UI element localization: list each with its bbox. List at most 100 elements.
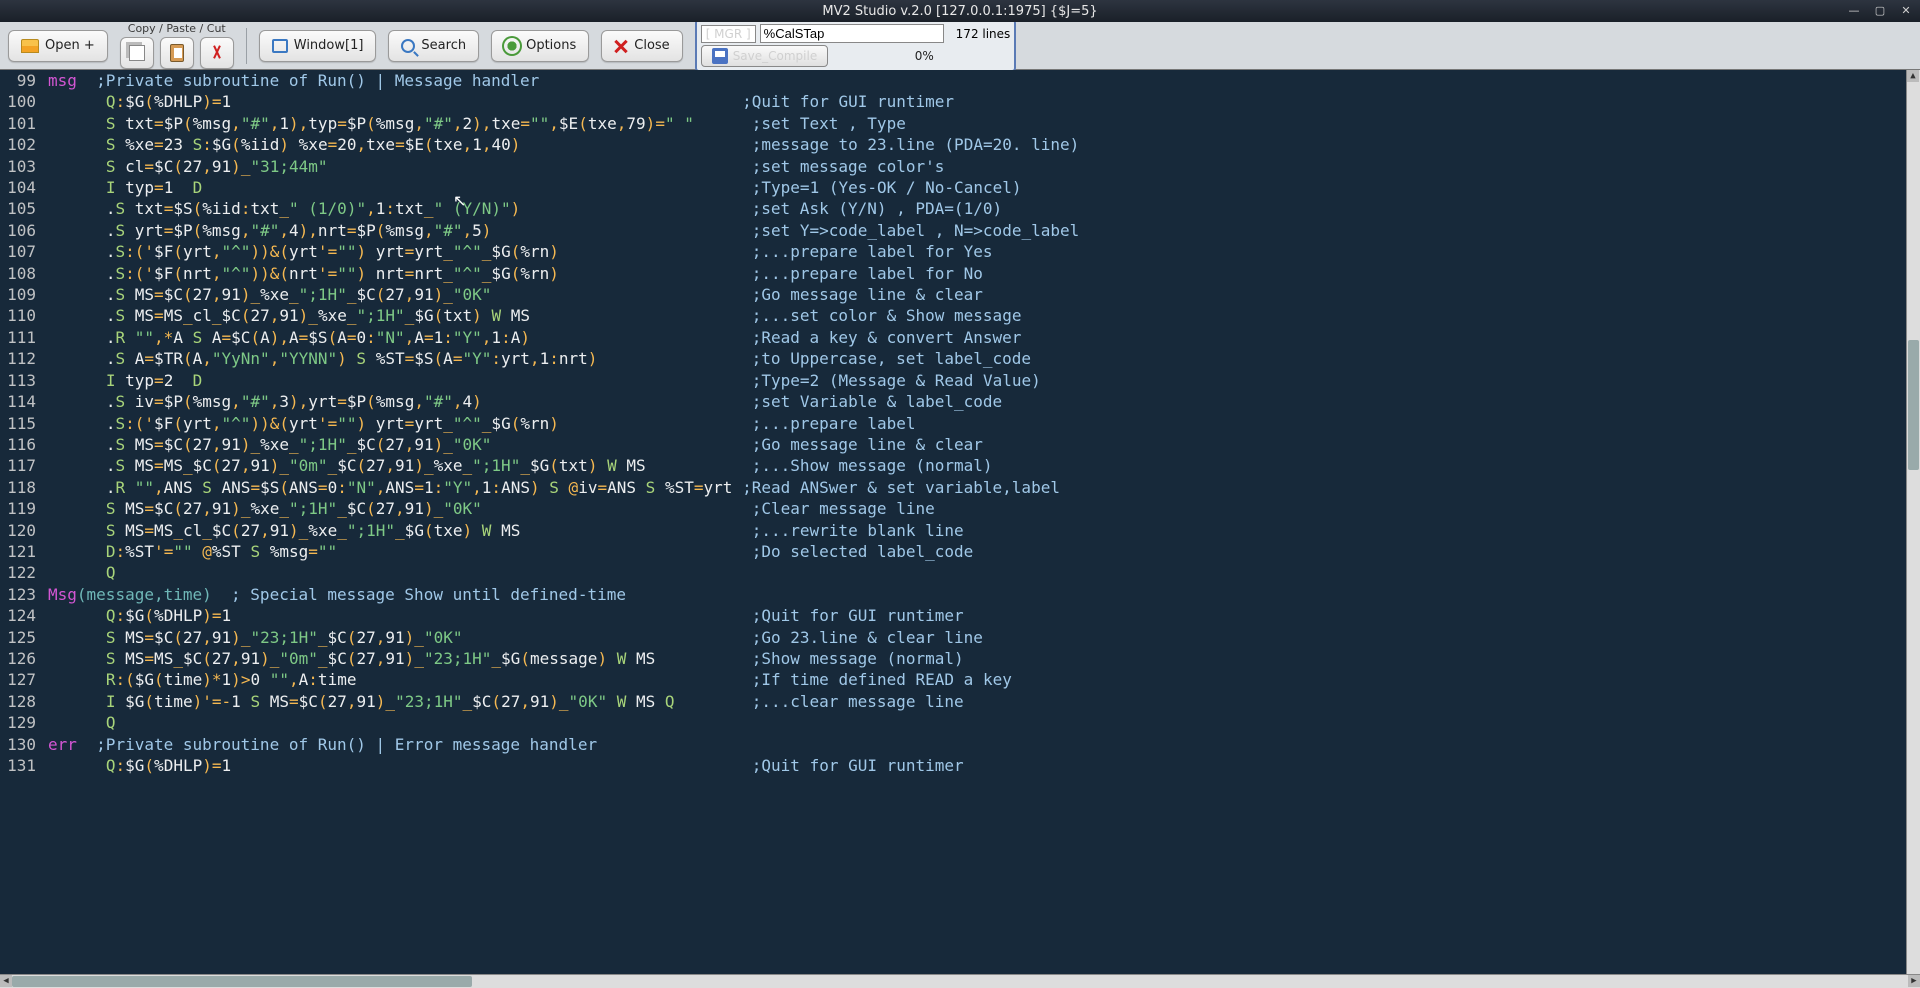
code-row[interactable]: 108 .S:('$F(nrt,"^"))&(nrt'="") nrt=nrt_…: [0, 263, 1920, 284]
code-row[interactable]: 100 Q:$G(%DHLP)=1 ;Quit for GUI runtimer: [0, 91, 1920, 112]
code-row[interactable]: 102 S %xe=23 S:$G(%iid) %xe=20,txe=$E(tx…: [0, 134, 1920, 155]
code-row[interactable]: 118 .R "",ANS S ANS=$S(ANS=0:"N",ANS=1:"…: [0, 477, 1920, 498]
code-row[interactable]: 121 D:%ST'="" @%ST S %msg="" ;Do selecte…: [0, 541, 1920, 562]
code-row[interactable]: 116 .S MS=$C(27,91)_%xe_";1H"_$C(27,91)_…: [0, 434, 1920, 455]
code-line[interactable]: .S A=$TR(A,"YyNn","YYNN") S %ST=$S(A="Y"…: [42, 348, 1920, 369]
cut-button[interactable]: [200, 37, 234, 69]
scroll-thumb-h[interactable]: [12, 976, 472, 987]
code-line[interactable]: D:%ST'="" @%ST S %msg="" ;Do selected la…: [42, 541, 1920, 562]
code-row[interactable]: 106 .S yrt=$P(%msg,"#",4),nrt=$P(%msg,"#…: [0, 220, 1920, 241]
code-line[interactable]: .S MS=MS_$C(27,91)_"0m"_$C(27,91)_%xe_";…: [42, 455, 1920, 476]
code-line[interactable]: S %xe=23 S:$G(%iid) %xe=20,txe=$E(txe,1,…: [42, 134, 1920, 155]
line-number: 100: [0, 91, 42, 112]
scroll-thumb-v[interactable]: [1908, 340, 1919, 470]
code-line[interactable]: S cl=$C(27,91)_"31;44m" ;set message col…: [42, 156, 1920, 177]
code-line[interactable]: .S txt=$S(%iid:txt_" (1/0)",1:txt_" (Y/N…: [42, 198, 1920, 219]
code-row[interactable]: 117 .S MS=MS_$C(27,91)_"0m"_$C(27,91)_%x…: [0, 455, 1920, 476]
scroll-up-button[interactable]: ▲: [1907, 70, 1919, 82]
line-number: 99: [0, 70, 42, 91]
line-number: 121: [0, 541, 42, 562]
code-line[interactable]: .S:('$F(yrt,"^"))&(yrt'="") yrt=yrt_"^"_…: [42, 413, 1920, 434]
open-button[interactable]: Open +: [8, 30, 108, 62]
save-label: Save_Compile: [733, 49, 818, 63]
maximize-button[interactable]: ▢: [1872, 2, 1888, 18]
code-line[interactable]: err ;Private subroutine of Run() | Error…: [42, 734, 1920, 755]
code-row[interactable]: 112 .S A=$TR(A,"YyNn","YYNN") S %ST=$S(A…: [0, 348, 1920, 369]
routine-name-input[interactable]: [760, 24, 944, 43]
code-line[interactable]: S txt=$P(%msg,"#",1),typ=$P(%msg,"#",2),…: [42, 113, 1920, 134]
close-button[interactable]: Close: [601, 30, 682, 62]
code-row[interactable]: 131 Q:$G(%DHLP)=1 ;Quit for GUI runtimer: [0, 755, 1920, 776]
paste-button[interactable]: [160, 37, 194, 69]
code-line[interactable]: S MS=MS_cl_$C(27,91)_%xe_";1H"_$G(txe) W…: [42, 520, 1920, 541]
scroll-right-button[interactable]: ▶: [1908, 975, 1920, 987]
code-line[interactable]: I $G(time)'=-1 S MS=$C(27,91)_"23;1H"_$C…: [42, 691, 1920, 712]
code-line[interactable]: S MS=$C(27,91)_"23;1H"_$C(27,91)_"0K" ;G…: [42, 627, 1920, 648]
code-line[interactable]: Q:$G(%DHLP)=1 ;Quit for GUI runtimer: [42, 605, 1920, 626]
code-row[interactable]: 113 I typ=2 D ;Type=2 (Message & Read Va…: [0, 370, 1920, 391]
search-icon: [401, 39, 415, 53]
code-line[interactable]: .S MS=MS_cl_$C(27,91)_%xe_";1H"_$G(txt) …: [42, 305, 1920, 326]
code-line[interactable]: Q:$G(%DHLP)=1 ;Quit for GUI runtimer: [42, 91, 1920, 112]
code-editor[interactable]: 99msg ;Private subroutine of Run() | Mes…: [0, 70, 1920, 974]
code-line[interactable]: .S iv=$P(%msg,"#",3),yrt=$P(%msg,"#",4) …: [42, 391, 1920, 412]
code-row[interactable]: 125 S MS=$C(27,91)_"23;1H"_$C(27,91)_"0K…: [0, 627, 1920, 648]
search-button[interactable]: Search: [388, 30, 479, 62]
close-window-button[interactable]: ✕: [1898, 2, 1914, 18]
code-row[interactable]: 122 Q: [0, 562, 1920, 583]
line-number: 104: [0, 177, 42, 198]
code-line[interactable]: Msg(message,time) ; Special message Show…: [42, 584, 1920, 605]
code-row[interactable]: 128 I $G(time)'=-1 S MS=$C(27,91)_"23;1H…: [0, 691, 1920, 712]
line-number: 103: [0, 156, 42, 177]
code-line[interactable]: .R "",ANS S ANS=$S(ANS=0:"N",ANS=1:"Y",1…: [42, 477, 1920, 498]
code-line[interactable]: S MS=MS_$C(27,91)_"0m"_$C(27,91)_"23;1H"…: [42, 648, 1920, 669]
code-row[interactable]: 107 .S:('$F(yrt,"^"))&(yrt'="") yrt=yrt_…: [0, 241, 1920, 262]
code-line[interactable]: I typ=1 D ;Type=1 (Yes-OK / No-Cancel): [42, 177, 1920, 198]
code-line[interactable]: .R "",*A S A=$C(A),A=$S(A=0:"N",A=1:"Y",…: [42, 327, 1920, 348]
code-row[interactable]: 111 .R "",*A S A=$C(A),A=$S(A=0:"N",A=1:…: [0, 327, 1920, 348]
code-row[interactable]: 99msg ;Private subroutine of Run() | Mes…: [0, 70, 1920, 91]
window-button[interactable]: Window[1]: [259, 30, 377, 62]
namespace-box[interactable]: [ MGR ]: [701, 25, 756, 43]
code-line[interactable]: R:($G(time)*1)>0 "",A:time ;If time defi…: [42, 669, 1920, 690]
code-row[interactable]: 104 I typ=1 D ;Type=1 (Yes-OK / No-Cance…: [0, 177, 1920, 198]
code-line[interactable]: .S MS=$C(27,91)_%xe_";1H"_$C(27,91)_"0K"…: [42, 284, 1920, 305]
code-line[interactable]: .S MS=$C(27,91)_%xe_";1H"_$C(27,91)_"0K"…: [42, 434, 1920, 455]
code-row[interactable]: 124 Q:$G(%DHLP)=1 ;Quit for GUI runtimer: [0, 605, 1920, 626]
code-row[interactable]: 126 S MS=MS_$C(27,91)_"0m"_$C(27,91)_"23…: [0, 648, 1920, 669]
code-row[interactable]: 105 .S txt=$S(%iid:txt_" (1/0)",1:txt_" …: [0, 198, 1920, 219]
code-line[interactable]: I typ=2 D ;Type=2 (Message & Read Value): [42, 370, 1920, 391]
line-number: 112: [0, 348, 42, 369]
code-row[interactable]: 114 .S iv=$P(%msg,"#",3),yrt=$P(%msg,"#"…: [0, 391, 1920, 412]
mouse-cursor: ↖: [453, 191, 466, 211]
scroll-left-button[interactable]: ◀: [0, 975, 12, 987]
code-row[interactable]: 120 S MS=MS_cl_$C(27,91)_%xe_";1H"_$G(tx…: [0, 520, 1920, 541]
line-number: 114: [0, 391, 42, 412]
minimize-button[interactable]: —: [1846, 2, 1862, 18]
code-row[interactable]: 127 R:($G(time)*1)>0 "",A:time ;If time …: [0, 669, 1920, 690]
code-row[interactable]: 129 Q: [0, 712, 1920, 733]
code-line[interactable]: .S:('$F(yrt,"^"))&(yrt'="") yrt=yrt_"^"_…: [42, 241, 1920, 262]
horizontal-scrollbar[interactable]: ◀ ▶: [0, 974, 1920, 988]
code-line[interactable]: .S yrt=$P(%msg,"#",4),nrt=$P(%msg,"#",5)…: [42, 220, 1920, 241]
line-count: 172 lines: [956, 27, 1011, 41]
line-number: 117: [0, 455, 42, 476]
code-line[interactable]: .S:('$F(nrt,"^"))&(nrt'="") nrt=nrt_"^"_…: [42, 263, 1920, 284]
code-row[interactable]: 123Msg(message,time) ; Special message S…: [0, 584, 1920, 605]
code-row[interactable]: 130err ;Private subroutine of Run() | Er…: [0, 734, 1920, 755]
code-row[interactable]: 109 .S MS=$C(27,91)_%xe_";1H"_$C(27,91)_…: [0, 284, 1920, 305]
vertical-scrollbar[interactable]: ▲ ▼: [1906, 70, 1920, 988]
code-row[interactable]: 103 S cl=$C(27,91)_"31;44m" ;set message…: [0, 156, 1920, 177]
code-line[interactable]: Q: [42, 562, 1920, 583]
code-row[interactable]: 115 .S:('$F(yrt,"^"))&(yrt'="") yrt=yrt_…: [0, 413, 1920, 434]
code-line[interactable]: S MS=$C(27,91)_%xe_";1H"_$C(27,91)_"0K" …: [42, 498, 1920, 519]
code-row[interactable]: 101 S txt=$P(%msg,"#",1),typ=$P(%msg,"#"…: [0, 113, 1920, 134]
code-line[interactable]: msg ;Private subroutine of Run() | Messa…: [42, 70, 1920, 91]
save-compile-button[interactable]: Save_Compile: [701, 45, 829, 67]
code-line[interactable]: Q: [42, 712, 1920, 733]
code-row[interactable]: 119 S MS=$C(27,91)_%xe_";1H"_$C(27,91)_"…: [0, 498, 1920, 519]
code-line[interactable]: Q:$G(%DHLP)=1 ;Quit for GUI runtimer: [42, 755, 1920, 776]
copy-button[interactable]: [120, 37, 154, 69]
options-button[interactable]: Options: [491, 30, 589, 62]
code-row[interactable]: 110 .S MS=MS_cl_$C(27,91)_%xe_";1H"_$G(t…: [0, 305, 1920, 326]
